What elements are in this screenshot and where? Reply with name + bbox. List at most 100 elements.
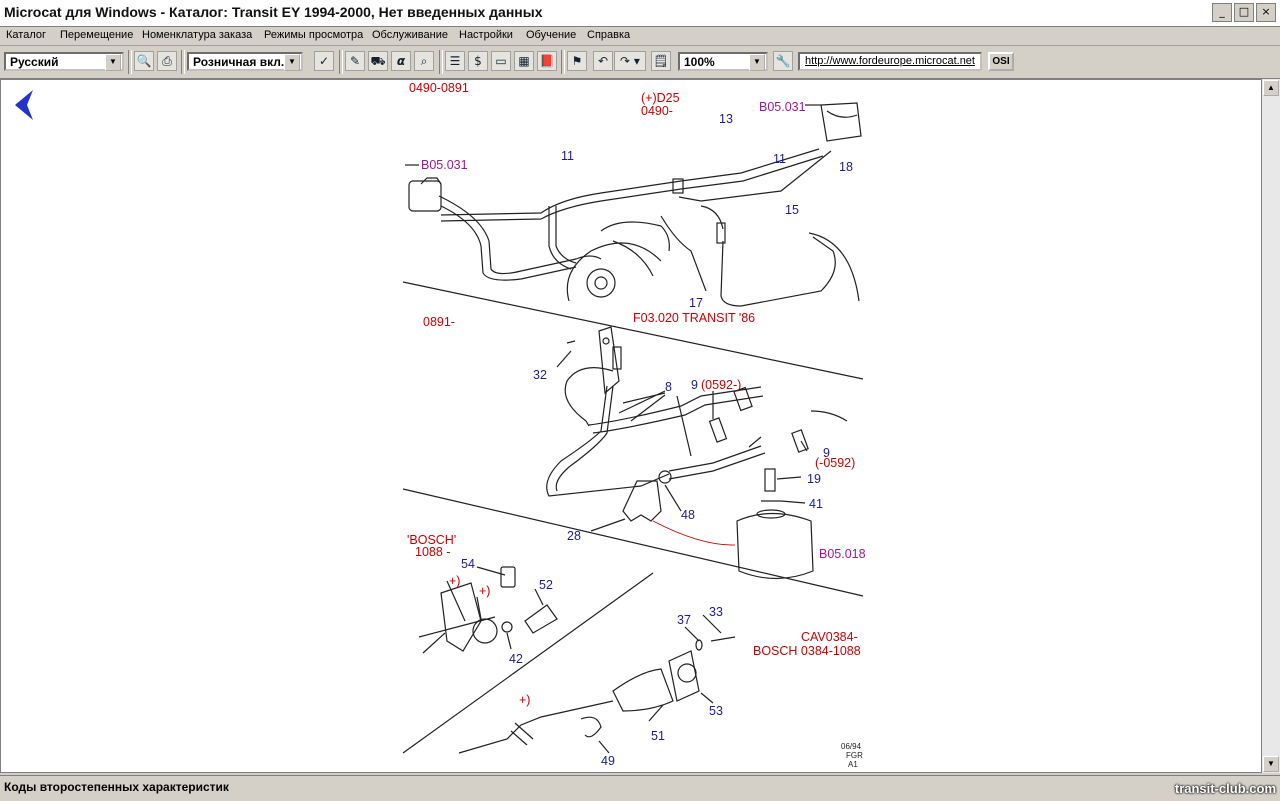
part-number-label[interactable]: 54 bbox=[461, 557, 475, 571]
menu-order-list[interactable]: Номенклатура заказа bbox=[142, 29, 252, 41]
menu-view-modes[interactable]: Режимы просмотра bbox=[264, 29, 363, 41]
manual-button[interactable]: 📕 bbox=[537, 51, 557, 71]
range-label: 0490- bbox=[641, 104, 673, 118]
menu-settings[interactable]: Настройки bbox=[459, 29, 513, 41]
range-label: BOSCH 0384-1088 bbox=[753, 644, 861, 658]
notes-button[interactable]: 🗒 bbox=[651, 51, 671, 71]
title-bar: Microcat для Windows - Каталог: Transit … bbox=[0, 0, 1280, 27]
undo-button[interactable]: ↶ bbox=[593, 51, 613, 71]
parts-list-button[interactable]: ✎ bbox=[345, 51, 365, 71]
restore-button[interactable]: □ bbox=[1234, 3, 1254, 22]
wrench-icon: 🔧 bbox=[775, 54, 791, 68]
part-number-label[interactable]: 52 bbox=[539, 578, 553, 592]
search-icon: ⌕ bbox=[420, 54, 428, 68]
reference-label[interactable]: B05.031 bbox=[759, 100, 806, 114]
undo-icon: ↶ bbox=[597, 54, 609, 68]
chevron-down-icon: ▼ bbox=[749, 54, 765, 71]
part-number-label[interactable]: 11 bbox=[773, 152, 786, 166]
part-number-label[interactable]: 19 bbox=[807, 472, 821, 486]
reference-label[interactable]: F03.020 TRANSIT '86 bbox=[633, 311, 755, 325]
part-number-label[interactable]: 11 bbox=[561, 149, 574, 163]
range-label: (0592-) bbox=[701, 378, 741, 392]
range-label: 0490-0891 bbox=[409, 81, 469, 95]
part-number-label[interactable]: 13 bbox=[719, 112, 733, 126]
menu-bar: Каталог Перемещение Номенклатура заказа … bbox=[0, 27, 1280, 46]
range-label: CAV0384- bbox=[801, 630, 858, 644]
zoom-select[interactable]: 100% ▼ bbox=[678, 52, 768, 71]
part-number-label[interactable]: 17 bbox=[689, 296, 703, 310]
status-bar: Коды второстепенных характеристик transi… bbox=[0, 775, 1280, 801]
scroll-down-icon[interactable]: ▼ bbox=[1263, 756, 1279, 772]
list-view-button[interactable]: ☰ bbox=[445, 51, 465, 71]
drawing-stamp: A1 bbox=[848, 760, 858, 769]
find-button[interactable]: ⌕ bbox=[414, 51, 434, 71]
dollar-icon: $ bbox=[474, 54, 482, 68]
price-button[interactable]: $ bbox=[468, 51, 488, 71]
alpha-icon: α bbox=[396, 54, 406, 68]
drawing-stamp: FGR bbox=[846, 751, 863, 760]
menu-catalog[interactable]: Каталог bbox=[6, 29, 46, 41]
part-number-label[interactable]: 15 bbox=[785, 203, 799, 217]
part-search-button[interactable]: ⛟ bbox=[368, 51, 388, 71]
language-select[interactable]: Русский ▼ bbox=[4, 52, 124, 71]
part-number-label[interactable]: 9 bbox=[691, 378, 698, 392]
zoom-value: 100% bbox=[684, 55, 715, 69]
reference-label[interactable]: B05.031 bbox=[421, 158, 468, 172]
range-label: (-0592) bbox=[815, 456, 855, 470]
toolbar-divider bbox=[561, 50, 565, 74]
select-tool-button[interactable]: ✓ bbox=[314, 51, 334, 71]
part-number-label[interactable]: 33 bbox=[709, 605, 723, 619]
part-number-label[interactable]: 28 bbox=[567, 529, 581, 543]
redo-button[interactable]: ↷ ▾ bbox=[614, 51, 646, 71]
window-title: Microcat для Windows - Каталог: Transit … bbox=[4, 4, 543, 20]
range-label: +) bbox=[479, 584, 490, 598]
printer-icon: ⎙ bbox=[162, 54, 172, 68]
part-number-label[interactable]: 42 bbox=[509, 652, 523, 666]
menu-training[interactable]: Обучение bbox=[526, 29, 576, 41]
scroll-up-icon[interactable]: ▲ bbox=[1263, 80, 1279, 96]
image-icon: ▦ bbox=[518, 54, 530, 68]
part-number-label[interactable]: 51 bbox=[651, 729, 665, 743]
range-label: (+)D25 bbox=[641, 91, 680, 105]
notepad-icon: 🗒 bbox=[653, 54, 669, 68]
price-mode-value: Розничная вкл. bbox=[193, 55, 285, 69]
alpha-index-button[interactable]: α bbox=[391, 51, 411, 71]
tools-button[interactable]: 🔧 bbox=[773, 51, 793, 71]
part-number-label[interactable]: 49 bbox=[601, 754, 615, 768]
toolbar-divider bbox=[128, 50, 132, 74]
screen-view-button[interactable]: ▭ bbox=[491, 51, 511, 71]
menu-navigation[interactable]: Перемещение bbox=[60, 29, 133, 41]
range-label: +) bbox=[519, 693, 530, 707]
minimize-button[interactable]: _ bbox=[1212, 3, 1232, 22]
drawing-stamp: 06/94 bbox=[841, 742, 862, 751]
part-number-label[interactable]: 41 bbox=[809, 497, 823, 511]
part-number-label[interactable]: 32 bbox=[533, 368, 547, 382]
part-number-label[interactable]: 53 bbox=[709, 704, 723, 718]
part-number-label[interactable]: 48 bbox=[681, 508, 695, 522]
print-preview-button[interactable]: 🔍 bbox=[134, 51, 154, 71]
flag-button[interactable]: ⚑ bbox=[567, 51, 587, 71]
part-number-label[interactable]: 18 bbox=[839, 160, 853, 174]
book-icon: 📕 bbox=[539, 54, 555, 68]
list-icon: ☰ bbox=[449, 54, 461, 68]
car-icon: ⛟ bbox=[370, 54, 386, 68]
menu-help[interactable]: Справка bbox=[587, 29, 630, 41]
vertical-scrollbar[interactable]: ▲ ▼ bbox=[1262, 79, 1280, 773]
chevron-down-icon: ▼ bbox=[284, 54, 300, 71]
menu-maintenance[interactable]: Обслуживание bbox=[372, 29, 448, 41]
checkmark-cursor-icon: ✓ bbox=[318, 54, 330, 68]
part-number-label[interactable]: 37 bbox=[677, 613, 691, 627]
close-button[interactable]: × bbox=[1256, 3, 1276, 22]
osi-button[interactable]: OSI bbox=[988, 52, 1014, 71]
toolbar-divider bbox=[439, 50, 443, 74]
print-button[interactable]: ⎙ bbox=[157, 51, 177, 71]
diagram-view-button[interactable]: ▦ bbox=[514, 51, 534, 71]
redo-icon: ↷ ▾ bbox=[620, 54, 640, 68]
website-link[interactable]: http://www.fordeurope.microcat.net bbox=[798, 52, 982, 71]
pencil-icon: ✎ bbox=[349, 54, 361, 68]
reference-label[interactable]: B05.018 bbox=[819, 547, 866, 561]
window-controls: _ □ × bbox=[1212, 3, 1276, 22]
part-number-label[interactable]: 8 bbox=[665, 380, 672, 394]
price-mode-select[interactable]: Розничная вкл. ▼ bbox=[187, 52, 303, 71]
monitor-icon: ▭ bbox=[495, 54, 507, 68]
